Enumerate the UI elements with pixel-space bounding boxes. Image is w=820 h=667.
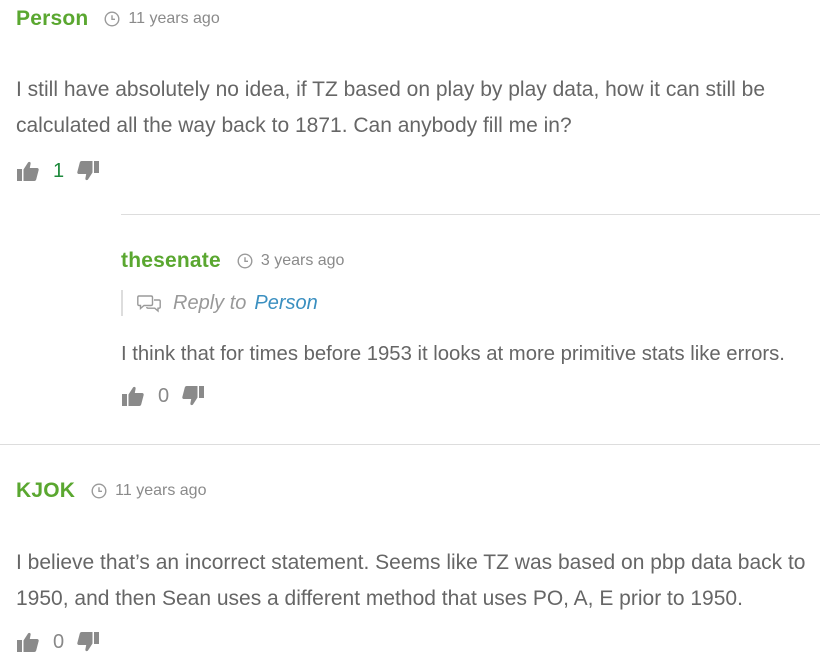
thread-divider (0, 444, 820, 445)
reply-to-indicator: Reply to Person (121, 290, 318, 316)
thumbs-down-icon[interactable] (76, 630, 100, 654)
reply-to-label: Reply to (173, 291, 247, 314)
comment-author[interactable]: KJOK (16, 479, 75, 503)
thumbs-down-icon[interactable] (181, 384, 205, 408)
comment-timestamp[interactable]: 11 years ago (104, 10, 220, 28)
comment-text: I still have absolutely no idea, if TZ b… (16, 78, 766, 137)
vote-count: 0 (158, 384, 170, 407)
clock-icon (237, 253, 253, 269)
comment-votes: 0 (121, 382, 205, 410)
comment-author[interactable]: thesenate (121, 249, 221, 273)
reply-divider (121, 214, 820, 215)
comment-votes: 0 (16, 628, 100, 656)
comment-time-text: 11 years ago (128, 10, 220, 27)
thumbs-down-icon[interactable] (76, 159, 100, 183)
speech-bubbles-icon (137, 295, 161, 313)
vote-count: 1 (53, 159, 65, 182)
clock-icon (104, 11, 120, 27)
comment-meta: KJOK 11 years ago (16, 476, 206, 506)
thumbs-up-icon[interactable] (121, 384, 145, 408)
vote-count: 0 (53, 630, 65, 653)
clock-icon (91, 483, 107, 499)
thumbs-up-icon[interactable] (16, 159, 40, 183)
comment-time-text: 3 years ago (260, 252, 345, 269)
comment-meta: Person 11 years ago (16, 4, 220, 34)
comment-meta: thesenate 3 years ago (121, 246, 344, 276)
comment-timestamp[interactable]: 3 years ago (237, 252, 345, 270)
comment-timestamp[interactable]: 11 years ago (91, 482, 206, 500)
comment-text: I think that for times before 1953 it lo… (121, 343, 785, 365)
comment-text: I believe that’s an incorrect statement.… (16, 551, 806, 610)
thumbs-up-icon[interactable] (16, 630, 40, 654)
comment-author[interactable]: Person (16, 7, 88, 31)
comment-time-text: 11 years ago (115, 482, 207, 499)
reply-to-link[interactable]: Person (254, 292, 317, 315)
comment-votes: 1 (16, 157, 100, 185)
